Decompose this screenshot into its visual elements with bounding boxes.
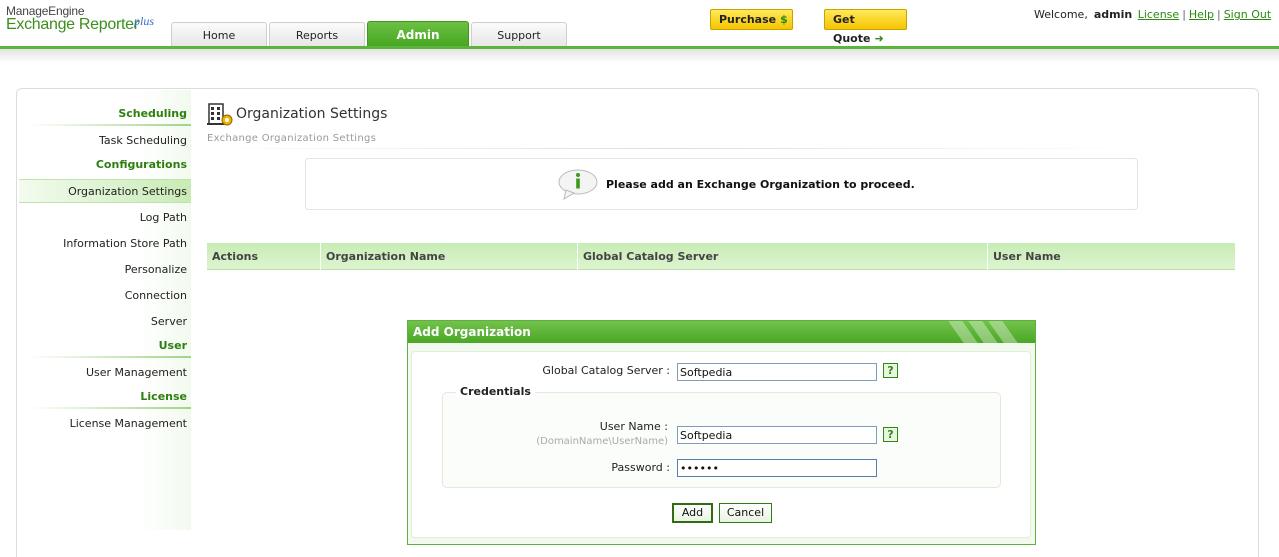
- brand-line2: Exchange Reporter: [6, 16, 139, 33]
- brand-logo[interactable]: ManageEngine Exchange Reporter plus: [6, 4, 154, 34]
- subtitle-divider: [207, 148, 1135, 149]
- sign-out-link[interactable]: Sign Out: [1224, 8, 1271, 21]
- username-help-icon[interactable]: ?: [883, 427, 898, 442]
- sidebar-item-log-path[interactable]: Log Path: [140, 211, 187, 224]
- page-subtitle: Exchange Organization Settings: [207, 133, 377, 144]
- column-header-actions[interactable]: Actions: [207, 243, 321, 270]
- tab-admin[interactable]: Admin: [367, 21, 469, 48]
- sidebar-item-license-management[interactable]: License Management: [70, 417, 187, 430]
- sidebar-item-task-scheduling[interactable]: Task Scheduling: [99, 134, 187, 147]
- brand-plus: plus: [134, 14, 155, 28]
- info-message: Please add an Exchange Organization to p…: [606, 178, 915, 191]
- password-input[interactable]: [677, 459, 877, 477]
- sidebar-divider: [29, 124, 191, 126]
- dialog-title: Add Organization: [413, 325, 531, 339]
- tab-support[interactable]: Support: [471, 22, 567, 47]
- purchase-button[interactable]: Purchase $: [710, 9, 793, 30]
- link-separator: |: [1182, 8, 1186, 21]
- header-shadow: [0, 49, 1279, 63]
- sidebar-section-user: User: [158, 339, 187, 352]
- sidebar-item-connection[interactable]: Connection: [125, 289, 187, 302]
- organization-building-icon: [207, 103, 233, 126]
- sidebar-item-user-management[interactable]: User Management: [86, 366, 187, 379]
- user-links: Welcome, admin License | Help | Sign Out: [1034, 8, 1271, 21]
- password-label: Password :: [611, 461, 670, 474]
- column-header-organization-name[interactable]: Organization Name: [321, 243, 578, 270]
- get-quote-button[interactable]: Get Quote ➜: [824, 9, 907, 45]
- tab-reports[interactable]: Reports: [269, 22, 365, 47]
- sidebar-item-server[interactable]: Server: [151, 315, 187, 328]
- credentials-legend: Credentials: [456, 385, 535, 398]
- column-header-user-name[interactable]: User Name: [988, 243, 1235, 270]
- username-label: User Name :: [599, 420, 668, 433]
- license-link[interactable]: License: [1138, 8, 1179, 21]
- organizations-table-header: Actions Organization Name Global Catalog…: [207, 243, 1235, 270]
- sidebar-divider: [29, 407, 191, 409]
- main-tabs: Home Reports Admin Support: [171, 21, 569, 48]
- sidebar-section-scheduling: Scheduling: [118, 107, 187, 120]
- dialog-title-bar[interactable]: Add Organization: [408, 321, 1035, 343]
- global-catalog-server-label: Global Catalog Server :: [542, 364, 670, 377]
- info-bubble-icon: [558, 169, 598, 200]
- cancel-button[interactable]: Cancel: [719, 503, 772, 523]
- welcome-text: Welcome,: [1034, 8, 1088, 21]
- sidebar-item-organization-settings[interactable]: Organization Settings: [19, 179, 191, 203]
- sidebar-divider: [29, 356, 191, 358]
- dollar-icon: $: [780, 13, 788, 26]
- username-hint: (DomainName\UserName): [536, 436, 668, 447]
- column-header-global-catalog-server[interactable]: Global Catalog Server: [578, 243, 988, 270]
- sidebar-section-configurations: Configurations: [95, 158, 187, 171]
- sidebar-item-information-store-path[interactable]: Information Store Path: [63, 237, 187, 250]
- help-link[interactable]: Help: [1189, 8, 1214, 21]
- username: admin: [1093, 8, 1133, 21]
- sidebar-section-license: License: [140, 390, 187, 403]
- purchase-label: Purchase: [719, 13, 777, 26]
- link-separator: |: [1216, 8, 1221, 21]
- arrow-right-icon: ➜: [874, 32, 884, 45]
- add-button[interactable]: Add: [672, 503, 713, 523]
- sidebar-item-personalize[interactable]: Personalize: [125, 263, 187, 276]
- page-title: Organization Settings: [236, 106, 388, 122]
- tab-home[interactable]: Home: [171, 22, 267, 47]
- username-input[interactable]: [677, 426, 877, 444]
- app-header: ManageEngine Exchange Reporter plus Home…: [0, 0, 1279, 50]
- gc-help-icon[interactable]: ?: [883, 363, 898, 378]
- global-catalog-server-input[interactable]: [677, 363, 877, 381]
- get-quote-label: Get Quote: [833, 13, 871, 45]
- admin-sidebar: Scheduling Task Scheduling Configuration…: [19, 90, 191, 530]
